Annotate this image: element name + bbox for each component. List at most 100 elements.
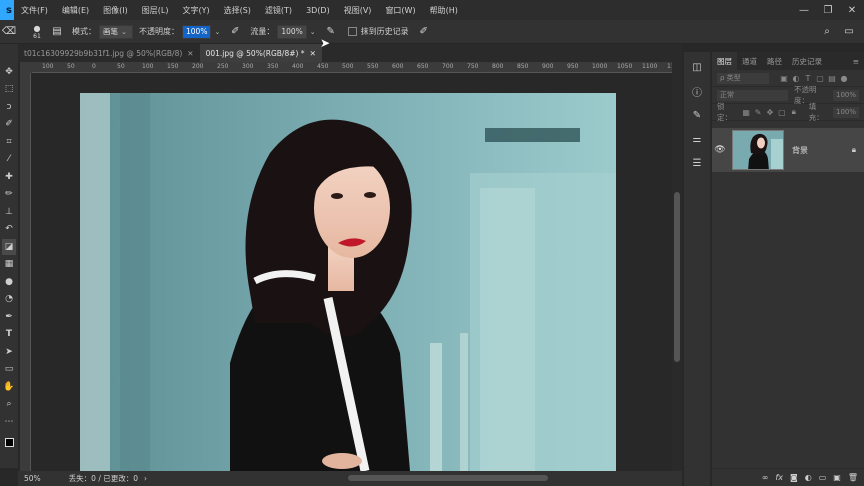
tab-history[interactable]: 历史记录 (787, 52, 827, 70)
opacity-chevron-icon[interactable]: ⌄ (214, 28, 220, 36)
flow-input[interactable]: 100% (277, 24, 307, 39)
blur-tool-icon[interactable]: ● (2, 274, 16, 290)
lock-all-icon[interactable]: 🔒︎ (789, 107, 799, 117)
vertical-ruler[interactable] (20, 73, 31, 471)
lock-artboard-icon[interactable]: ▢ (777, 107, 787, 117)
document-image[interactable] (80, 93, 616, 471)
adjustment-layer-icon[interactable]: ◐ (805, 473, 812, 482)
erase-to-history-checkbox[interactable] (347, 27, 357, 36)
brush-preset-icon[interactable]: ● 61 (26, 23, 48, 41)
layer-kind-filter[interactable]: ρ 类型 (717, 72, 769, 84)
tab-document-2[interactable]: 001.jpg @ 50%(RGB/8#) * ✕ (199, 44, 322, 62)
eraser-tool-icon[interactable]: ⌫ (0, 23, 18, 41)
layer-row-background[interactable]: 👁︎ 背景 🔒︎ (712, 128, 864, 172)
delete-layer-icon[interactable]: 🗑︎ (848, 473, 858, 482)
close-icon[interactable]: ✕ (310, 49, 316, 58)
lasso-tool-icon[interactable]: ↄ (2, 99, 16, 115)
tab-document-1[interactable]: t01c16309929b9b31f1.jpg @ 50%(RGB/8) ✕ (18, 44, 200, 62)
adjustments-icon[interactable]: ⚌ (688, 130, 706, 148)
zoom-level[interactable]: 50% (24, 474, 41, 483)
zoom-tool-icon[interactable]: ⌕ (2, 397, 16, 413)
layer-style-icon[interactable]: fx (775, 473, 783, 482)
opacity-input[interactable]: 100% (182, 24, 212, 39)
pressure-size-icon[interactable]: ✐ (415, 23, 433, 41)
brush-tool-icon[interactable]: ✏ (2, 187, 16, 203)
marquee-tool-icon[interactable]: ⬚ (2, 82, 16, 98)
history-panel-icon[interactable]: ◫ (688, 58, 706, 76)
info-panel-icon[interactable]: ⓘ (688, 82, 706, 100)
tab-paths[interactable]: 路径 (762, 52, 787, 70)
vertical-scroll-thumb[interactable] (674, 192, 680, 362)
vertical-scrollbar[interactable] (672, 62, 682, 471)
menu-file[interactable]: 文件(F) (14, 5, 55, 16)
menu-edit[interactable]: 编辑(E) (55, 5, 96, 16)
filter-adjust-icon[interactable]: ◐ (791, 73, 801, 83)
visibility-eye-icon[interactable]: 👁︎ (712, 145, 728, 155)
layer-lock-icon[interactable]: 🔒︎ (852, 145, 856, 155)
healing-tool-icon[interactable]: ✚ (2, 169, 16, 185)
new-group-icon[interactable]: ▭ (819, 473, 827, 482)
lock-position-icon[interactable]: ✥ (765, 107, 775, 117)
move-tool-icon[interactable]: ✥ (2, 64, 16, 80)
search-icon[interactable]: ⌕ (818, 23, 836, 41)
brush-panel-icon[interactable]: ▤ (48, 23, 66, 41)
horizontal-ruler[interactable]: 100 50 0 50 100 150 200 250 300 350 400 450 500 550 60… (32, 62, 672, 73)
more-tools-icon[interactable]: ⋯ (2, 414, 16, 430)
close-button[interactable]: ✕ (840, 0, 864, 20)
quick-select-tool-icon[interactable]: ✐ (2, 117, 16, 133)
restore-button[interactable]: ❐ (816, 0, 840, 20)
info-arrow-icon[interactable]: › (144, 474, 147, 483)
ruler-corner[interactable] (20, 62, 32, 73)
mode-select[interactable]: 画笔 ⌄ (99, 24, 133, 39)
workspace-icon[interactable]: ▭ (840, 23, 858, 41)
properties-icon[interactable]: ☰ (688, 154, 706, 172)
foreground-color-swatch[interactable] (4, 437, 14, 447)
minimize-button[interactable]: — (792, 0, 816, 20)
filter-pixel-icon[interactable]: ▣ (779, 73, 789, 83)
history-brush-tool-icon[interactable]: ↶ (2, 222, 16, 238)
filter-smart-icon[interactable]: ▤ (827, 73, 837, 83)
menu-type[interactable]: 文字(Y) (175, 5, 216, 16)
menu-help[interactable]: 帮助(H) (423, 5, 465, 16)
menu-select[interactable]: 选择(S) (217, 5, 258, 16)
blend-mode-select[interactable]: 正常 (717, 89, 789, 101)
filter-toggle-icon[interactable]: ● (839, 73, 849, 83)
pressure-opacity-icon[interactable]: ✐ (226, 23, 244, 41)
tab-channels[interactable]: 通道 (737, 52, 762, 70)
crop-tool-icon[interactable]: ⌗ (2, 134, 16, 150)
layer-opacity-input[interactable]: 100% (832, 89, 859, 101)
filter-shape-icon[interactable]: ▢ (815, 73, 825, 83)
eraser-tool-icon[interactable]: ◪ (2, 239, 16, 255)
gradient-tool-icon[interactable]: ▦ (2, 257, 16, 273)
new-layer-icon[interactable]: ▣ (833, 473, 841, 482)
horizontal-scroll-thumb[interactable] (348, 475, 548, 481)
menu-layer[interactable]: 图层(L) (135, 5, 176, 16)
link-layers-icon[interactable]: ∞ (762, 473, 769, 482)
layer-name[interactable]: 背景 (792, 145, 808, 156)
dodge-tool-icon[interactable]: ◔ (2, 292, 16, 308)
lock-transparent-icon[interactable]: ▦ (741, 107, 751, 117)
shape-tool-icon[interactable]: ▭ (2, 362, 16, 378)
path-select-tool-icon[interactable]: ➤ (2, 344, 16, 360)
hand-tool-icon[interactable]: ✋ (2, 379, 16, 395)
ruler-tick-label: 400 (292, 63, 304, 70)
menu-window[interactable]: 窗口(W) (378, 5, 422, 16)
flow-chevron-icon[interactable]: ⌄ (310, 28, 316, 36)
filter-type-icon[interactable]: T (803, 73, 813, 83)
fill-input[interactable]: 100% (832, 106, 859, 118)
menu-3d[interactable]: 3D(D) (299, 6, 337, 15)
panel-menu-icon[interactable]: ≡ (848, 52, 864, 70)
eyedropper-tool-icon[interactable]: ⁄ (2, 152, 16, 168)
menu-filter[interactable]: 滤镜(T) (258, 5, 299, 16)
type-tool-icon[interactable]: T (2, 327, 16, 343)
tab-layers[interactable]: 图层 (712, 52, 737, 70)
canvas-area[interactable] (32, 73, 672, 471)
lock-image-icon[interactable]: ✎ (753, 107, 763, 117)
menu-view[interactable]: 视图(V) (337, 5, 379, 16)
close-icon[interactable]: ✕ (187, 49, 193, 58)
stamp-tool-icon[interactable]: ⊥ (2, 204, 16, 220)
add-mask-icon[interactable]: ◙ (790, 473, 798, 482)
brush-settings-icon[interactable]: ✎ (688, 106, 706, 124)
pen-tool-icon[interactable]: ✒ (2, 309, 16, 325)
menu-image[interactable]: 图像(I) (96, 5, 135, 16)
